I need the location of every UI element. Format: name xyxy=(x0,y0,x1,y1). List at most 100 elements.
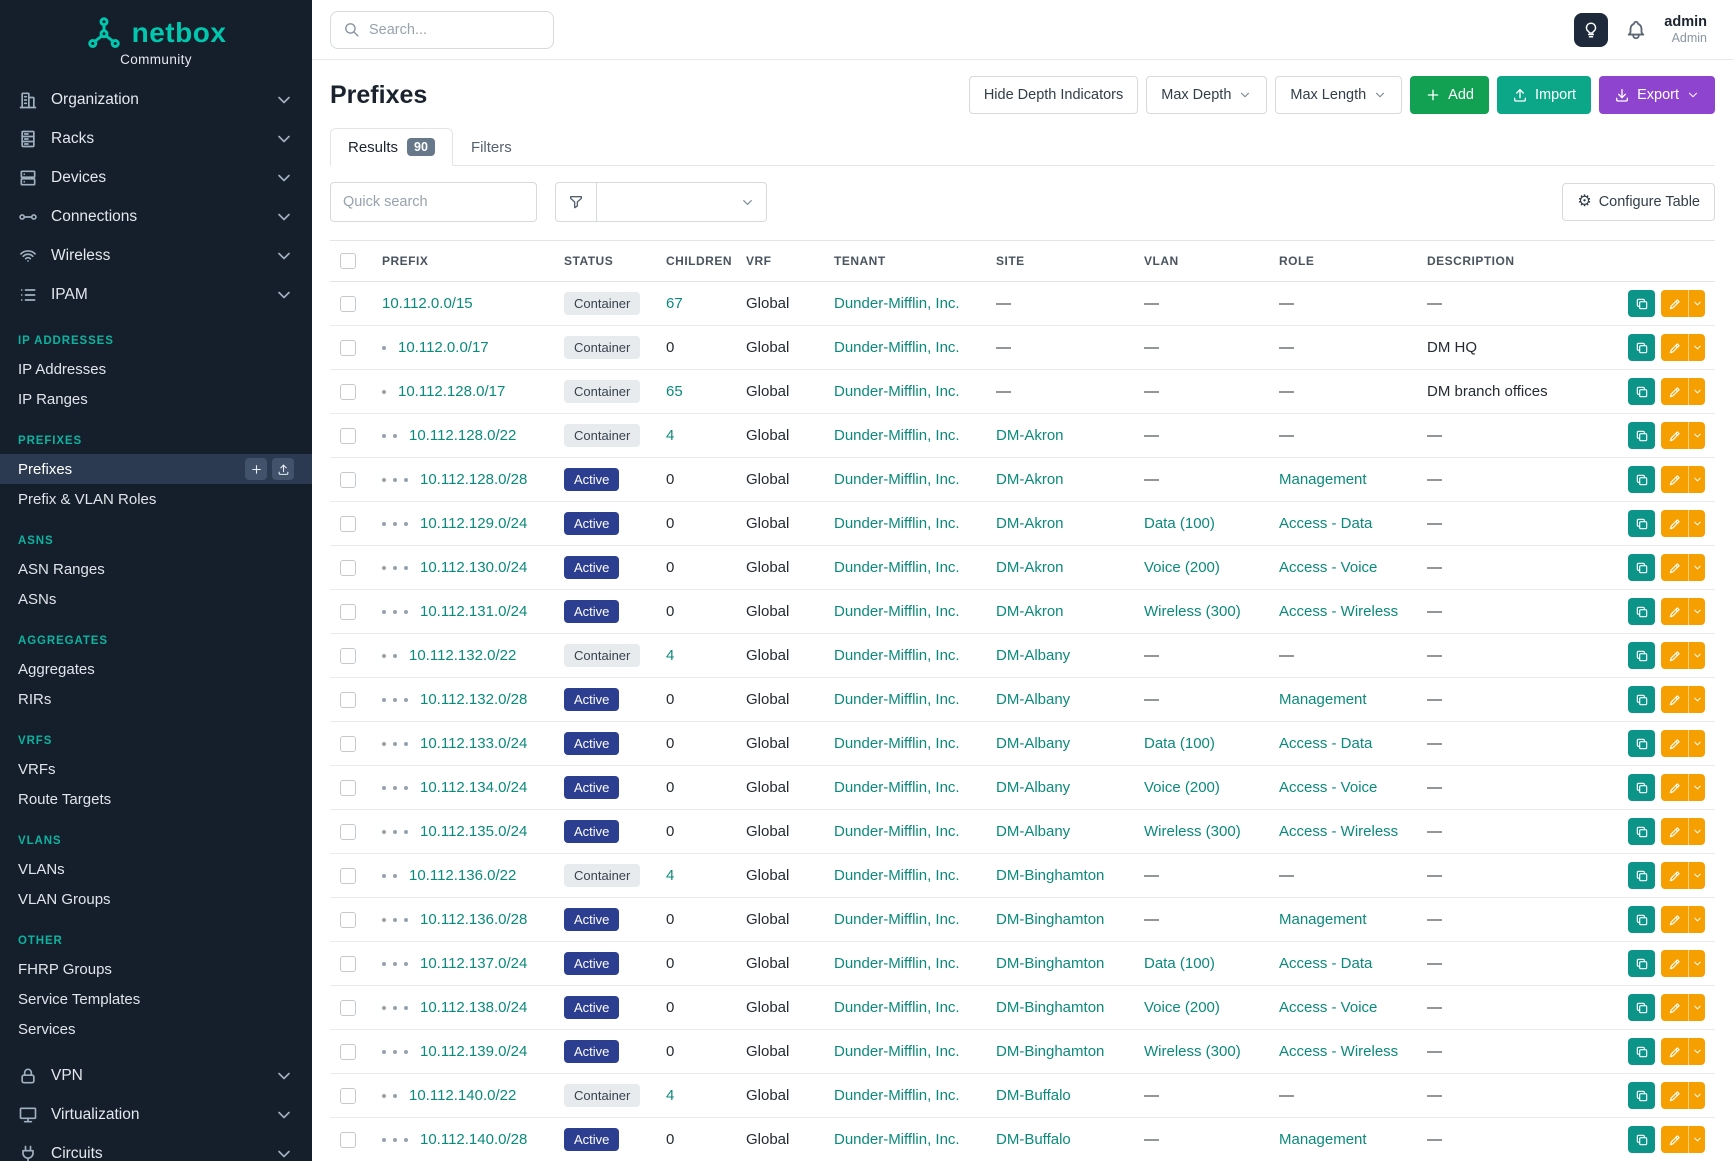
column-header-children[interactable]: CHILDREN xyxy=(656,241,736,282)
tenant-link[interactable]: Dunder-Mifflin, Inc. xyxy=(834,867,960,884)
site-link[interactable]: DM-Akron xyxy=(996,603,1064,620)
tenant-link[interactable]: Dunder-Mifflin, Inc. xyxy=(834,691,960,708)
row-checkbox[interactable] xyxy=(340,428,356,444)
global-search-input[interactable] xyxy=(369,22,541,38)
site-link[interactable]: DM-Albany xyxy=(996,735,1070,752)
edit-button[interactable] xyxy=(1661,1038,1688,1065)
column-header-description[interactable]: DESCRIPTION xyxy=(1417,241,1615,282)
edit-dropdown-button[interactable] xyxy=(1688,1082,1705,1109)
site-link[interactable]: DM-Buffalo xyxy=(996,1087,1071,1104)
filter-button[interactable] xyxy=(555,182,597,222)
prefix-link[interactable]: 10.112.0.0/17 xyxy=(398,339,489,356)
prefix-link[interactable]: 10.112.135.0/24 xyxy=(420,823,527,840)
copy-button[interactable] xyxy=(1628,818,1655,845)
column-header-prefix[interactable]: PREFIX xyxy=(372,241,554,282)
prefix-link[interactable]: 10.112.130.0/24 xyxy=(420,559,527,576)
sidebar-item-vlan-groups[interactable]: VLAN Groups xyxy=(0,884,312,914)
copy-button[interactable] xyxy=(1628,466,1655,493)
vlan-link[interactable]: Data (100) xyxy=(1144,955,1215,972)
row-checkbox[interactable] xyxy=(340,692,356,708)
add-button[interactable]: Add xyxy=(1410,76,1489,114)
sidebar-item-services[interactable]: Services xyxy=(0,1014,312,1044)
role-link[interactable]: Access - Voice xyxy=(1279,999,1377,1016)
site-link[interactable]: DM-Albany xyxy=(996,823,1070,840)
site-link[interactable]: DM-Akron xyxy=(996,471,1064,488)
copy-button[interactable] xyxy=(1628,334,1655,361)
tenant-link[interactable]: Dunder-Mifflin, Inc. xyxy=(834,383,960,400)
edit-button[interactable] xyxy=(1661,422,1688,449)
edit-button[interactable] xyxy=(1661,774,1688,801)
site-link[interactable]: DM-Binghamton xyxy=(996,955,1104,972)
sidebar-item-ip-addresses[interactable]: IP Addresses xyxy=(0,354,312,384)
edit-button[interactable] xyxy=(1661,334,1688,361)
copy-button[interactable] xyxy=(1628,378,1655,405)
row-checkbox[interactable] xyxy=(340,1088,356,1104)
site-link[interactable]: DM-Binghamton xyxy=(996,867,1104,884)
prefix-link[interactable]: 10.112.137.0/24 xyxy=(420,955,527,972)
row-checkbox[interactable] xyxy=(340,956,356,972)
row-checkbox[interactable] xyxy=(340,1132,356,1148)
edit-button[interactable] xyxy=(1661,994,1688,1021)
edit-dropdown-button[interactable] xyxy=(1688,1126,1705,1153)
prefix-link[interactable]: 10.112.139.0/24 xyxy=(420,1043,527,1060)
vlan-link[interactable]: Voice (200) xyxy=(1144,559,1220,576)
bell-icon[interactable] xyxy=(1625,19,1647,41)
edit-dropdown-button[interactable] xyxy=(1688,774,1705,801)
children-count-link[interactable]: 4 xyxy=(666,647,674,664)
select-all-checkbox[interactable] xyxy=(340,253,356,269)
prefix-link[interactable]: 10.112.129.0/24 xyxy=(420,515,527,532)
site-link[interactable]: DM-Binghamton xyxy=(996,911,1104,928)
import-button[interactable]: Import xyxy=(1497,76,1591,114)
max-depth-dropdown[interactable]: Max Depth xyxy=(1146,76,1267,114)
copy-button[interactable] xyxy=(1628,510,1655,537)
edit-dropdown-button[interactable] xyxy=(1688,422,1705,449)
edit-dropdown-button[interactable] xyxy=(1688,950,1705,977)
sidebar-item-aggregates[interactable]: Aggregates xyxy=(0,654,312,684)
copy-button[interactable] xyxy=(1628,598,1655,625)
quick-import-button[interactable] xyxy=(272,458,294,480)
prefix-link[interactable]: 10.112.134.0/24 xyxy=(420,779,527,796)
prefix-link[interactable]: 10.112.0.0/15 xyxy=(382,295,473,312)
edit-button[interactable] xyxy=(1661,950,1688,977)
tenant-link[interactable]: Dunder-Mifflin, Inc. xyxy=(834,823,960,840)
sidebar-item-prefix-vlan-roles[interactable]: Prefix & VLAN Roles xyxy=(0,484,312,514)
tenant-link[interactable]: Dunder-Mifflin, Inc. xyxy=(834,339,960,356)
tenant-link[interactable]: Dunder-Mifflin, Inc. xyxy=(834,1043,960,1060)
prefix-link[interactable]: 10.112.136.0/28 xyxy=(420,911,527,928)
role-link[interactable]: Management xyxy=(1279,911,1367,928)
site-link[interactable]: DM-Akron xyxy=(996,559,1064,576)
vlan-link[interactable]: Data (100) xyxy=(1144,515,1215,532)
edit-dropdown-button[interactable] xyxy=(1688,862,1705,889)
copy-button[interactable] xyxy=(1628,554,1655,581)
copy-button[interactable] xyxy=(1628,774,1655,801)
role-link[interactable]: Access - Data xyxy=(1279,515,1372,532)
vlan-link[interactable]: Voice (200) xyxy=(1144,999,1220,1016)
sidebar-item-vrfs[interactable]: VRFs xyxy=(0,754,312,784)
row-checkbox[interactable] xyxy=(340,1000,356,1016)
row-checkbox[interactable] xyxy=(340,868,356,884)
children-count-link[interactable]: 4 xyxy=(666,867,674,884)
sidebar-item-ipam[interactable]: IPAM xyxy=(0,275,312,314)
prefix-link[interactable]: 10.112.140.0/22 xyxy=(409,1087,516,1104)
edit-dropdown-button[interactable] xyxy=(1688,598,1705,625)
children-count-link[interactable]: 67 xyxy=(666,295,683,312)
site-link[interactable]: DM-Binghamton xyxy=(996,999,1104,1016)
prefix-link[interactable]: 10.112.128.0/28 xyxy=(420,471,527,488)
row-checkbox[interactable] xyxy=(340,824,356,840)
site-link[interactable]: DM-Buffalo xyxy=(996,1131,1071,1148)
theme-toggle-button[interactable] xyxy=(1574,13,1608,47)
row-checkbox[interactable] xyxy=(340,604,356,620)
row-checkbox[interactable] xyxy=(340,384,356,400)
saved-filter-select[interactable] xyxy=(597,182,767,222)
sidebar-item-racks[interactable]: Racks xyxy=(0,119,312,158)
copy-button[interactable] xyxy=(1628,1038,1655,1065)
tenant-link[interactable]: Dunder-Mifflin, Inc. xyxy=(834,911,960,928)
edit-button[interactable] xyxy=(1661,378,1688,405)
prefix-link[interactable]: 10.112.128.0/17 xyxy=(398,383,505,400)
sidebar-item-virtualization[interactable]: Virtualization xyxy=(0,1095,312,1134)
tenant-link[interactable]: Dunder-Mifflin, Inc. xyxy=(834,779,960,796)
tenant-link[interactable]: Dunder-Mifflin, Inc. xyxy=(834,295,960,312)
hide-depth-indicators-button[interactable]: Hide Depth Indicators xyxy=(969,76,1138,114)
row-checkbox[interactable] xyxy=(340,1044,356,1060)
edit-button[interactable] xyxy=(1661,906,1688,933)
